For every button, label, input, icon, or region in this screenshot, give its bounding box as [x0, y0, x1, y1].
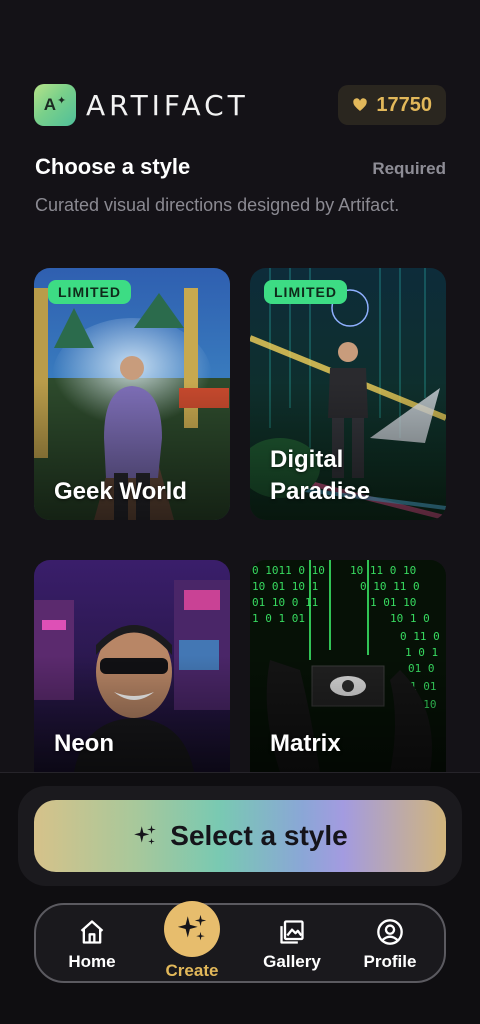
profile-icon — [377, 919, 403, 945]
style-card-neon[interactable]: Neon — [34, 560, 230, 772]
limited-badge: LIMITED — [48, 280, 131, 304]
credits-badge[interactable]: 17750 — [338, 85, 446, 125]
section-subtitle: Curated visual directions designed by Ar… — [35, 195, 400, 215]
nav-profile[interactable]: Profile — [340, 905, 440, 985]
style-section-header: Choose a style Required Curated visual d… — [35, 154, 446, 218]
gallery-icon — [280, 920, 304, 944]
sparkle-icon — [134, 825, 157, 845]
limited-badge: LIMITED — [264, 280, 347, 304]
sparkle-icon — [177, 914, 207, 941]
style-card-geek-world[interactable]: LIMITED Geek World — [34, 268, 230, 520]
brand: A ✦ ARTIFACT — [34, 84, 249, 126]
select-style-button[interactable]: Select a style — [34, 800, 446, 872]
section-title: Choose a style — [35, 154, 191, 179]
style-card-label: Matrix — [270, 730, 341, 757]
style-card-label: Neon — [54, 730, 114, 757]
nav-create-label: Create — [165, 961, 219, 980]
nav-gallery[interactable]: Gallery — [242, 905, 342, 985]
nav-home[interactable]: Home — [42, 905, 142, 985]
nav-gallery-label: Gallery — [263, 952, 321, 971]
heart-icon — [353, 98, 368, 111]
logo-mark: A — [43, 95, 57, 114]
app-header: A ✦ ARTIFACT 17750 — [34, 84, 446, 126]
style-card-label: Digital Paradise — [270, 446, 371, 505]
style-card-matrix[interactable]: 0 1011 0 10 10 11 0 10 10 01 10 1 0 10 1… — [250, 560, 446, 772]
bottom-nav: Home Create Gallery Profile — [34, 901, 446, 985]
required-label: Required — [372, 159, 446, 178]
select-style-label: Select a style — [170, 820, 348, 851]
nav-profile-label: Profile — [363, 952, 417, 971]
home-icon — [80, 920, 104, 944]
credits-count: 17750 — [376, 93, 432, 116]
app-logo: A ✦ — [34, 84, 76, 126]
nav-home-label: Home — [68, 952, 116, 971]
style-card-label: Geek World — [54, 478, 187, 505]
style-card-digital-paradise[interactable]: LIMITED Digital Paradise — [250, 268, 446, 520]
brand-name: ARTIFACT — [86, 88, 249, 122]
create-circle — [164, 901, 220, 957]
nav-create[interactable]: Create — [142, 901, 242, 985]
